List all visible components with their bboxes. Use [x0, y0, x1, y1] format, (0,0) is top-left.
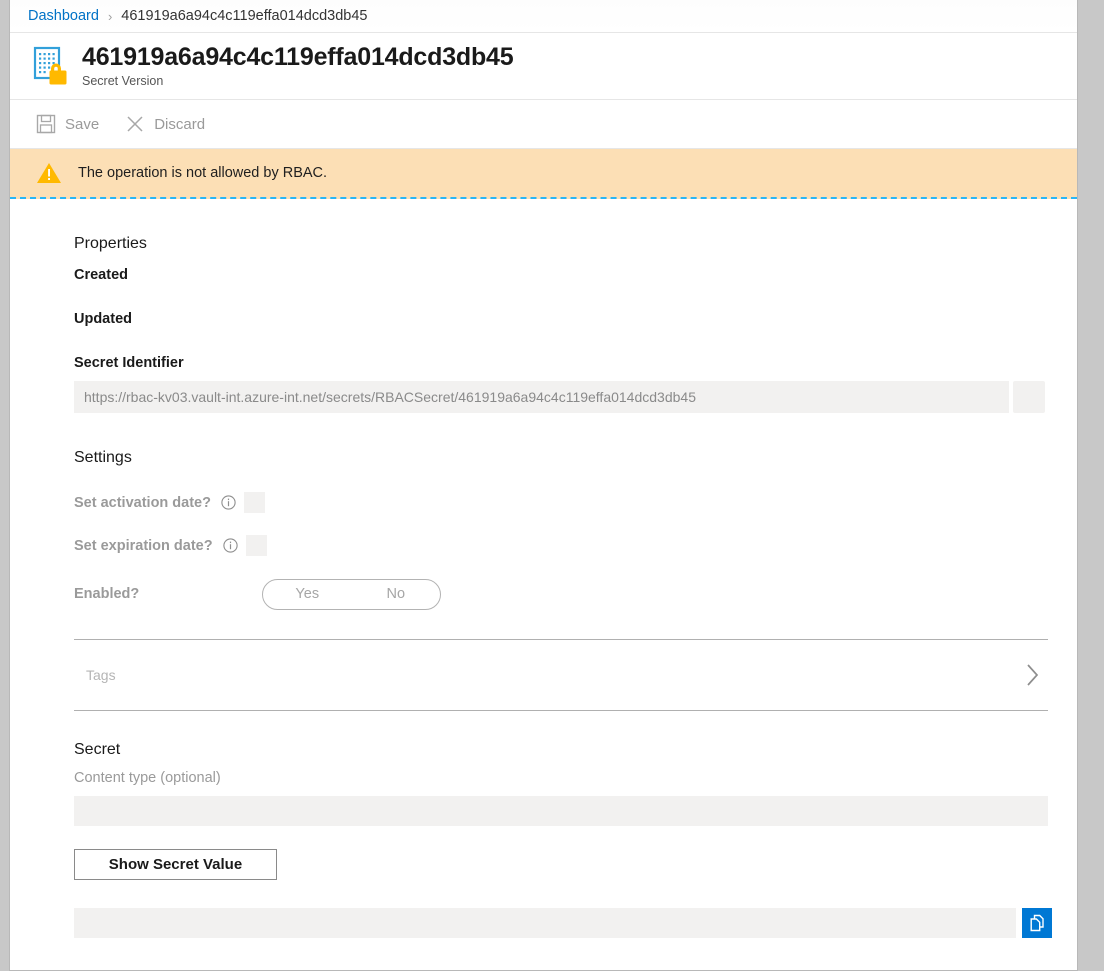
show-secret-value-button[interactable]: Show Secret Value — [74, 849, 277, 880]
enabled-toggle[interactable]: Yes No — [262, 578, 441, 610]
rbac-warning-message: The operation is not allowed by RBAC. — [78, 165, 328, 181]
expiration-date-row: Set expiration date? — [74, 524, 1077, 567]
settings-heading: Settings — [74, 449, 132, 466]
secret-value-input[interactable] — [74, 908, 1016, 938]
expiration-date-label: Set expiration date? — [74, 537, 213, 554]
secret-identifier-label: Secret Identifier — [74, 355, 184, 371]
save-button[interactable]: Save — [36, 114, 99, 134]
copy-icon — [1030, 914, 1044, 931]
secret-heading: Secret — [74, 741, 121, 758]
warning-triangle-icon — [37, 163, 61, 183]
expiration-date-checkbox[interactable] — [245, 535, 267, 556]
enabled-row: Enabled? Yes No — [74, 571, 1077, 617]
breadcrumb: Dashboard › 461919a6a94c4c119effa014dcd3… — [10, 0, 1077, 33]
updated-row: Updated — [74, 311, 1077, 355]
tags-label: Tags — [86, 667, 116, 683]
secret-value-row — [74, 908, 1077, 938]
secret-version-icon — [33, 46, 67, 85]
discard-button-label: Discard — [154, 115, 206, 133]
copy-secret-identifier-button[interactable] — [1013, 381, 1045, 413]
info-icon[interactable] — [221, 495, 236, 510]
page-title: 461919a6a94c4c119effa014dcd3db45 — [82, 42, 514, 71]
save-button-label: Save — [65, 115, 100, 133]
content-type-label: Content type (optional) — [74, 770, 221, 786]
enabled-toggle-no[interactable]: No — [352, 580, 441, 609]
close-x-icon — [127, 116, 143, 132]
enabled-toggle-yes[interactable]: Yes — [263, 580, 352, 609]
secret-version-blade: Dashboard › 461919a6a94c4c119effa014dcd3… — [9, 0, 1078, 971]
breadcrumb-current: 461919a6a94c4c119effa014dcd3db45 — [121, 8, 368, 24]
secret-identifier-input[interactable]: https://rbac-kv03.vault-int.azure-int.ne… — [74, 381, 1009, 413]
discard-button[interactable]: Discard — [125, 114, 205, 134]
info-icon[interactable] — [222, 538, 238, 553]
settings-section: Settings Set activation date? Set expira… — [74, 449, 1077, 617]
chevron-right-icon — [1027, 664, 1039, 686]
tags-row[interactable]: Tags — [74, 640, 1048, 710]
secret-section: Secret Content type (optional) Show Secr… — [74, 741, 1077, 938]
breadcrumb-separator-icon: › — [107, 8, 113, 24]
content-type-input[interactable] — [74, 796, 1048, 826]
page-subtitle: Secret Version — [82, 74, 164, 89]
activation-date-label: Set activation date? — [74, 494, 211, 511]
command-bar: Save Discard — [10, 100, 1077, 149]
properties-heading: Properties — [74, 235, 147, 252]
updated-label: Updated — [74, 311, 132, 327]
created-row: Created — [74, 267, 1077, 311]
save-floppy-icon — [36, 114, 56, 134]
page-title-bar: 461919a6a94c4c119effa014dcd3db45 Secret … — [10, 33, 1077, 100]
blade-content: Properties Created Updated Secret Identi… — [10, 199, 1077, 938]
breadcrumb-link-dashboard[interactable]: Dashboard — [28, 8, 99, 24]
copy-secret-value-button[interactable] — [1022, 908, 1052, 938]
created-label: Created — [74, 267, 128, 283]
enabled-label: Enabled? — [74, 586, 140, 602]
divider-bottom — [74, 710, 1048, 711]
rbac-warning-banner: The operation is not allowed by RBAC. — [10, 149, 1077, 199]
activation-date-checkbox[interactable] — [243, 492, 265, 513]
secret-identifier-row: https://rbac-kv03.vault-int.azure-int.ne… — [74, 381, 1077, 413]
activation-date-row: Set activation date? — [74, 481, 1077, 524]
